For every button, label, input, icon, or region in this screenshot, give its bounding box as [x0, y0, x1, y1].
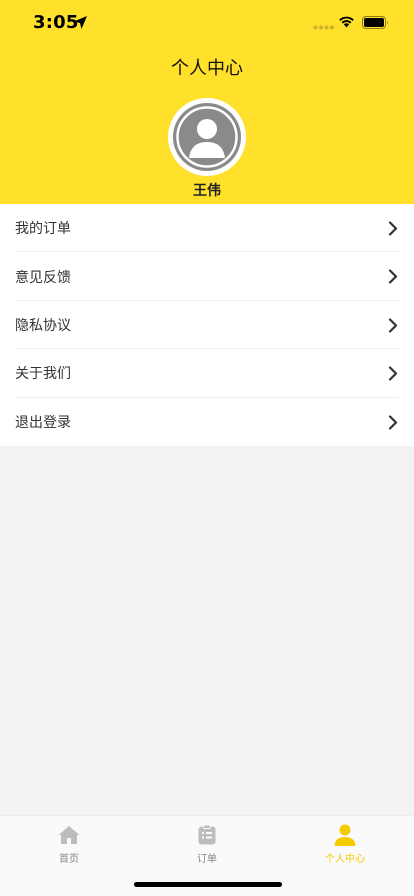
default-avatar-icon [173, 103, 241, 171]
chevron-right-icon [388, 221, 398, 236]
location-arrow-icon [74, 16, 87, 29]
page-title: 个人中心 [171, 58, 243, 79]
menu-item-logout[interactable]: 退出登录 [0, 398, 414, 446]
status-bar: 3:05 [0, 0, 414, 46]
menu-item-feedback[interactable]: 意见反馈 [0, 252, 414, 301]
chevron-right-icon [388, 269, 398, 284]
menu-item-label: 我的订单 [15, 221, 71, 238]
tab-profile[interactable]: 个人中心 [276, 816, 414, 868]
chevron-right-icon [388, 318, 398, 333]
tab-home[interactable]: 首页 [0, 816, 138, 868]
tab-label: 订单 [197, 854, 217, 865]
tab-orders[interactable]: 订单 [138, 816, 276, 868]
menu-item-label: 退出登录 [15, 414, 71, 431]
menu-item-my-orders[interactable]: 我的订单 [0, 204, 414, 253]
menu-item-label: 关于我们 [15, 366, 71, 383]
chevron-right-icon [388, 414, 398, 430]
wifi-icon [339, 16, 354, 28]
menu-item-about-us[interactable]: 关于我们 [0, 349, 414, 398]
profile-header: 3:05 个人中心 王伟 [0, 0, 414, 204]
cellular-signal-icon [313, 25, 334, 30]
battery-icon [362, 16, 388, 29]
tab-label: 首页 [59, 854, 79, 865]
avatar[interactable] [168, 98, 246, 176]
chevron-right-icon [388, 366, 398, 381]
menu-item-label: 意见反馈 [15, 269, 71, 286]
status-time: 3:05 [33, 12, 79, 33]
user-icon [334, 824, 356, 846]
menu-item-privacy-policy[interactable]: 隐私协议 [0, 301, 414, 350]
settings-menu: 我的订单 意见反馈 隐私协议 关于我们 退出登录 [0, 204, 414, 446]
order-icon [198, 824, 216, 845]
tab-label: 个人中心 [325, 854, 365, 865]
menu-item-label: 隐私协议 [15, 317, 71, 334]
home-indicator[interactable] [134, 882, 282, 887]
user-name: 王伟 [193, 183, 221, 199]
home-icon [58, 826, 80, 844]
